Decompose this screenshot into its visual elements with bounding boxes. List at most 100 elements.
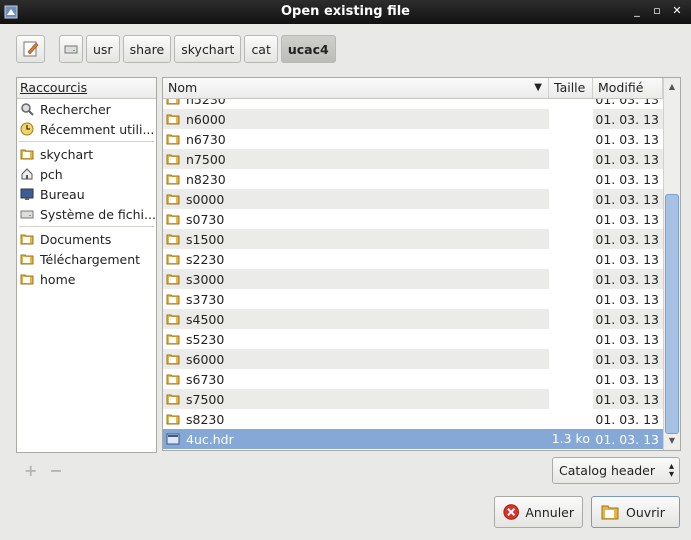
folder-icon: [166, 394, 180, 405]
file-size: [549, 349, 593, 369]
column-name-header[interactable]: Nom ▼: [163, 78, 549, 98]
file-row[interactable]: s7500 01. 03. 13: [163, 389, 663, 409]
file-size: [549, 209, 593, 229]
folder-icon: [20, 274, 34, 285]
file-modified: 01. 03. 13: [595, 431, 659, 447]
file-row[interactable]: s1500 01. 03. 13: [163, 229, 663, 249]
file-name-cell: s7500: [163, 392, 549, 407]
file-modified: 01. 03. 13: [595, 251, 659, 267]
path-segment-share[interactable]: share: [122, 35, 172, 63]
file-rows-viewport: n5230 01. 03. 13 n6000 01. 03. 13 n6730 01. 0…: [163, 99, 663, 450]
file-name-cell: n7500: [163, 152, 549, 167]
file-row[interactable]: s4500 01. 03. 13: [163, 309, 663, 329]
file-row[interactable]: s6730 01. 03. 13: [163, 369, 663, 389]
path-segment-cat[interactable]: cat: [244, 35, 278, 63]
bookmark-controls: + −: [16, 457, 157, 483]
place-skychart[interactable]: skychart: [17, 144, 156, 164]
places-sidebar: Raccourcis Rechercher Récemment utili...…: [16, 77, 157, 453]
add-bookmark-icon[interactable]: +: [24, 461, 37, 480]
file-modified: 01. 03. 13: [595, 411, 659, 427]
place-downloads[interactable]: Téléchargement: [17, 249, 156, 269]
open-label: Ouvrir: [626, 504, 665, 520]
file-modified: 01. 03. 13: [595, 131, 659, 147]
file-row[interactable]: s0730 01. 03. 13: [163, 209, 663, 229]
file-name: s6000: [186, 351, 225, 367]
filter-selected: Catalog header: [559, 463, 656, 478]
file-name: 4uc.hdr: [186, 431, 234, 447]
remove-bookmark-icon[interactable]: −: [49, 461, 62, 480]
folder-icon: [166, 174, 180, 185]
close-icon[interactable]: ✕: [669, 3, 685, 19]
file-name-cell: s0730: [163, 212, 549, 227]
file-row[interactable]: s8230 01. 03. 13: [163, 409, 663, 429]
place-recent[interactable]: Récemment utili...: [17, 119, 156, 139]
scrollbar-thumb[interactable]: [665, 194, 679, 434]
scroll-up-icon[interactable]: ▲: [665, 80, 679, 94]
folder-icon: [166, 99, 180, 105]
place-filesystem[interactable]: Système de fichi...: [17, 204, 156, 224]
file-size: 1.3 ko: [549, 429, 593, 449]
path-root-button[interactable]: [59, 35, 83, 63]
file-row[interactable]: n8230 01. 03. 13: [163, 169, 663, 189]
file-row[interactable]: n7500 01. 03. 13: [163, 149, 663, 169]
maximize-icon[interactable]: ▫: [649, 3, 665, 19]
file-modified: 01. 03. 13: [595, 191, 659, 207]
column-size-header[interactable]: Taille: [549, 78, 593, 98]
edit-icon: [23, 41, 38, 57]
vertical-scrollbar[interactable]: ▲ ▼: [663, 78, 680, 450]
file-name: s8230: [186, 411, 225, 427]
place-documents[interactable]: Documents: [17, 229, 156, 249]
file-name: s1500: [186, 231, 225, 247]
file-modified: 01. 03. 13: [595, 211, 659, 227]
column-modified-header[interactable]: Modifié: [593, 78, 663, 98]
place-home-folder[interactable]: home: [17, 269, 156, 289]
file-name: n7500: [186, 151, 226, 167]
column-label: Nom: [168, 80, 198, 95]
folder-icon: [166, 274, 180, 285]
file-row[interactable]: s3000 01. 03. 13: [163, 269, 663, 289]
home-icon: [21, 168, 33, 180]
folder-icon: [166, 374, 180, 385]
file-modified: 01. 03. 13: [595, 111, 659, 127]
open-button[interactable]: Ouvrir: [591, 496, 680, 528]
file-row[interactable]: s6000 01. 03. 13: [163, 349, 663, 369]
file-row[interactable]: s2230 01. 03. 13: [163, 249, 663, 269]
place-label: pch: [40, 166, 63, 182]
cancel-label: Annuler: [525, 504, 574, 520]
path-segment-skychart[interactable]: skychart: [174, 35, 242, 63]
file-type-filter[interactable]: Catalog header ▴ ▾: [552, 457, 680, 484]
file-row[interactable]: n6000 01. 03. 13: [163, 109, 663, 129]
place-desktop[interactable]: Bureau: [17, 184, 156, 204]
folder-icon: [166, 414, 180, 425]
place-search[interactable]: Rechercher: [17, 99, 156, 119]
file-name-cell: s0000: [163, 192, 549, 207]
file-name: n5230: [186, 99, 226, 107]
column-label: Modifié: [598, 80, 644, 95]
file-size: [549, 99, 593, 109]
path-segment-usr[interactable]: usr: [86, 35, 120, 63]
file-size: [549, 269, 593, 289]
place-home[interactable]: pch: [17, 164, 156, 184]
file-name: n8230: [186, 171, 226, 187]
edit-location-button[interactable]: [16, 35, 45, 63]
file-rows: n5230 01. 03. 13 n6000 01. 03. 13 n6730 01. 0…: [163, 99, 663, 449]
file-row[interactable]: n6730 01. 03. 13: [163, 129, 663, 149]
file-row[interactable]: 4uc.hdr 1.3 ko 01. 03. 13: [163, 429, 663, 449]
divider: [19, 226, 154, 227]
file-row[interactable]: s0000 01. 03. 13: [163, 189, 663, 209]
file-row[interactable]: s3730 01. 03. 13: [163, 289, 663, 309]
place-label: Rechercher: [40, 101, 111, 117]
file-name: s0730: [186, 211, 225, 227]
scroll-down-icon[interactable]: ▼: [665, 434, 679, 448]
file-row[interactable]: s5230 01. 03. 13: [163, 329, 663, 349]
file-row[interactable]: n5230 01. 03. 13: [163, 99, 663, 109]
file-name-cell: n6730: [163, 132, 549, 147]
folder-icon: [20, 254, 34, 265]
minimize-icon[interactable]: _: [629, 3, 645, 19]
path-segment-ucac4[interactable]: ucac4: [280, 35, 336, 63]
file-name-cell: s6730: [163, 372, 549, 387]
folder-icon: [166, 114, 180, 125]
file-name-cell: s1500: [163, 232, 549, 247]
cancel-button[interactable]: Annuler: [494, 496, 583, 528]
file-name: s3730: [186, 291, 225, 307]
